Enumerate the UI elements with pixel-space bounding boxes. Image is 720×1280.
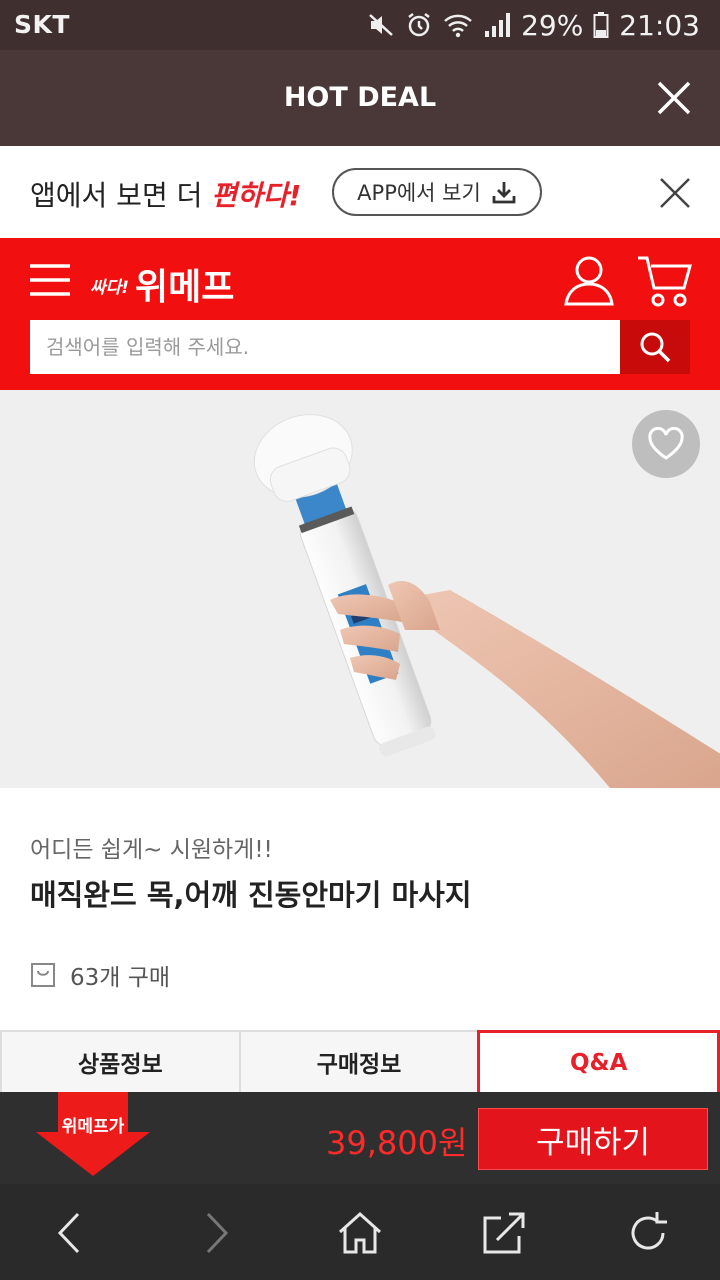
wemakeprice-logo[interactable]: 싸다! 위메프 <box>90 258 234 310</box>
badge-label: 위메프가 <box>61 1117 125 1137</box>
search-button[interactable] <box>620 320 690 374</box>
logo-name: 위메프 <box>135 267 235 308</box>
status-bar: SKT 29% 21:03 <box>0 0 720 50</box>
app-promo-text: 앱에서 보면 더 편하다! <box>30 174 301 214</box>
alarm-icon <box>408 13 430 37</box>
buy-button[interactable]: 구매하기 <box>478 1108 708 1170</box>
search-input[interactable] <box>30 320 620 374</box>
product-subtitle: 어디든 쉽게~ 시원하게!! <box>30 837 273 863</box>
back-icon[interactable] <box>48 1210 94 1256</box>
cart-icon[interactable] <box>636 254 692 308</box>
wishlist-button[interactable] <box>632 410 700 478</box>
buy-bar: 위메프가 39,800원 구매하기 <box>0 1092 720 1184</box>
share-icon[interactable] <box>481 1210 527 1256</box>
promo-prefix: 앱에서 보면 더 <box>30 179 212 212</box>
search-icon <box>640 332 671 363</box>
product-tabs: 상품정보 구매정보 Q&A <box>0 1030 720 1092</box>
download-icon <box>492 182 516 204</box>
bag-icon <box>31 963 55 987</box>
refresh-icon[interactable] <box>625 1210 671 1256</box>
user-icon[interactable] <box>562 254 616 306</box>
logo-tagline: 싸다! <box>90 278 130 298</box>
search-bar <box>30 320 690 374</box>
purchase-count-label: 63개 구매 <box>70 965 171 991</box>
status-icons: 29% 21:03 <box>367 8 700 42</box>
menu-icon[interactable] <box>30 260 70 300</box>
product-title: 매직완드 목,어깨 진동안마기 마사지 <box>30 878 472 912</box>
app-banner: 앱에서 보면 더 편하다! APP에서 보기 <box>0 146 720 238</box>
site-header: 싸다! 위메프 <box>0 238 720 390</box>
forward-icon[interactable] <box>192 1210 238 1256</box>
price: 39,800원 <box>326 1124 468 1162</box>
promo-highlight: 편하다! <box>211 179 302 212</box>
heart-icon <box>648 427 684 460</box>
hot-deal-title: HOT DEAL <box>283 82 437 113</box>
close-icon[interactable] <box>656 80 692 116</box>
tab-purchase-info[interactable]: 구매정보 <box>238 1030 480 1092</box>
hot-deal-bar: HOT DEAL <box>0 50 720 146</box>
signal-icon <box>485 13 511 37</box>
product-photo <box>253 414 720 788</box>
clock: 21:03 <box>619 8 700 42</box>
battery-percent: 29% <box>521 8 584 42</box>
carrier-label: SKT <box>14 10 70 39</box>
open-app-button[interactable]: APP에서 보기 <box>332 168 542 216</box>
tab-qna[interactable]: Q&A <box>477 1030 720 1092</box>
wemakeprice-badge: 위메프가 <box>36 1092 150 1176</box>
wifi-icon <box>444 14 472 38</box>
mute-icon <box>369 14 393 36</box>
browser-nav-bar <box>0 1184 720 1280</box>
product-image[interactable] <box>0 390 720 788</box>
close-banner-icon[interactable] <box>658 176 692 210</box>
tab-product-info[interactable]: 상품정보 <box>0 1030 241 1092</box>
home-icon[interactable] <box>337 1210 383 1256</box>
battery-icon <box>593 12 609 38</box>
purchase-count: 63개 구매 <box>30 958 170 992</box>
open-app-label: APP에서 보기 <box>357 181 481 205</box>
